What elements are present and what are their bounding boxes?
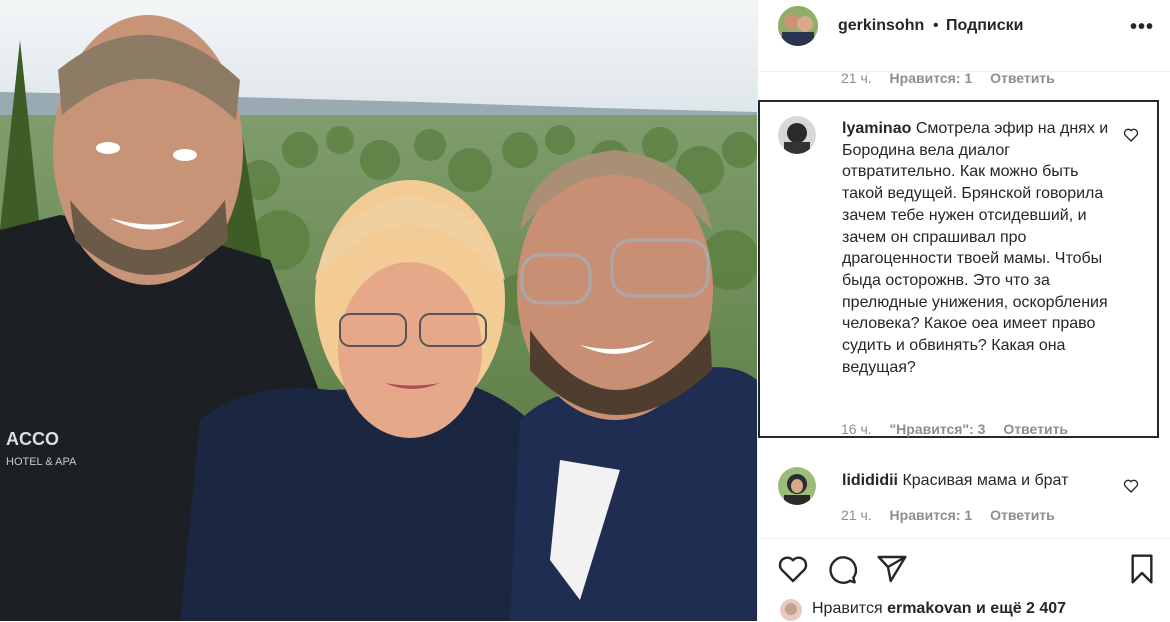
comment-icon[interactable] <box>826 553 858 585</box>
post-header: gerkinsohn • Подписки ••• <box>758 0 1170 72</box>
post-side-panel: gerkinsohn • Подписки ••• 21 ч. Нравится… <box>757 0 1170 621</box>
likes-prefix: Нравится <box>812 600 883 617</box>
comment-meta: 21 ч. Нравится: 1 Ответить <box>841 507 1069 523</box>
comment-like-heart-icon[interactable] <box>1123 127 1139 143</box>
comment-meta: 21 ч. Нравится: 1 Ответить <box>841 70 1069 86</box>
liker-avatar-image <box>780 599 802 621</box>
comment-body: lidididii Красивая мама и брат <box>842 470 1116 492</box>
heart-icon[interactable] <box>777 553 809 585</box>
comment-meta: 16 ч. "Нравится": 3 Ответить <box>841 421 1082 437</box>
more-options-icon[interactable]: ••• <box>1130 16 1154 39</box>
liker-avatar[interactable] <box>780 599 802 621</box>
comment-body: lyaminao Смотрела эфир на днях и Бородин… <box>842 118 1116 378</box>
liker-username[interactable]: ermakovan <box>887 600 972 617</box>
comment-likes[interactable]: Нравится: 1 <box>890 70 973 86</box>
commenter-username[interactable]: lidididii <box>842 472 898 489</box>
header-separator: • <box>933 17 939 34</box>
comment-like-heart-icon[interactable] <box>1123 478 1139 494</box>
commenter-avatar-image <box>778 467 816 505</box>
author-avatar[interactable] <box>778 6 818 46</box>
comment-text: Смотрела эфир на днях и Бородина вела ди… <box>842 120 1109 376</box>
comment-reply-button[interactable]: Ответить <box>990 507 1055 523</box>
comment-likes[interactable]: Нравится: 1 <box>890 507 973 523</box>
share-icon[interactable] <box>876 553 908 585</box>
comment-time[interactable]: 16 ч. <box>841 421 872 437</box>
likes-count[interactable]: и ещё 2 407 <box>976 600 1066 617</box>
post-image: ACCO HOTEL & APA <box>0 0 757 621</box>
commenter-avatar[interactable] <box>778 116 816 154</box>
comment-time[interactable]: 21 ч. <box>841 70 872 86</box>
post-photo[interactable]: ACCO HOTEL & APA <box>0 0 757 621</box>
commenter-username[interactable]: lyaminao <box>842 120 911 137</box>
likes-summary: Нравится ermakovan и ещё 2 407 <box>812 600 1066 618</box>
comment-likes[interactable]: "Нравится": 3 <box>890 421 986 437</box>
bookmark-icon[interactable] <box>1126 553 1158 585</box>
comment-reply-button[interactable]: Ответить <box>990 70 1055 86</box>
comment-text: Красивая мама и брат <box>902 472 1069 489</box>
commenter-avatar[interactable] <box>778 467 816 505</box>
author-username[interactable]: gerkinsohn <box>838 17 924 35</box>
follow-status-button[interactable]: Подписки <box>946 17 1023 35</box>
svg-text:ACCO: ACCO <box>6 429 59 449</box>
svg-text:HOTEL & APA: HOTEL & APA <box>6 456 77 468</box>
commenter-avatar-image <box>778 116 816 154</box>
comment-reply-button[interactable]: Ответить <box>1003 421 1068 437</box>
author-avatar-image <box>778 6 818 46</box>
comment-time[interactable]: 21 ч. <box>841 507 872 523</box>
